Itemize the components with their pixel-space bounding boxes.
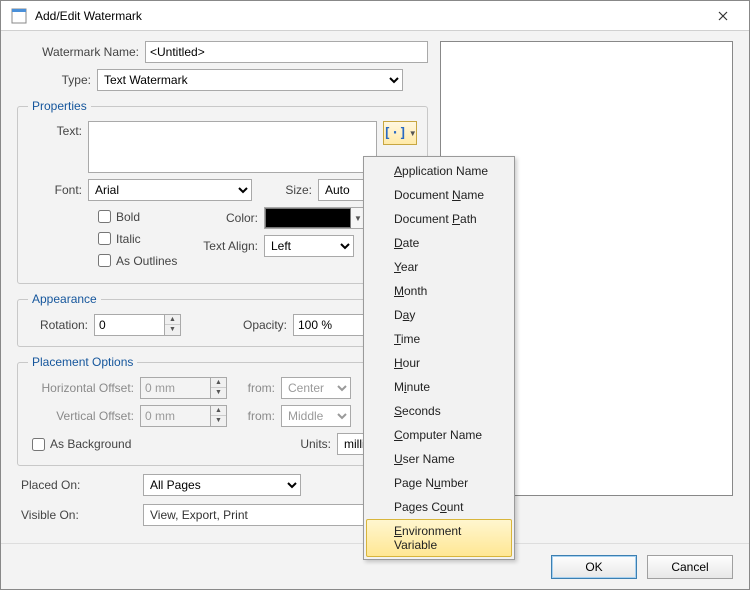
macro-dropdown-menu: Application NameDocument NameDocument Pa… [363,156,515,560]
insert-macro-button[interactable]: [·] ▼ [383,121,417,145]
macro-menu-item[interactable]: Document Path [366,207,512,231]
rotation-label: Rotation: [28,318,94,332]
color-swatch [265,208,351,228]
placed-on-label: Placed On: [21,478,143,492]
v-offset-label: Vertical Offset: [28,409,140,423]
ok-button[interactable]: OK [551,555,637,579]
macro-menu-item[interactable]: Month [366,279,512,303]
macro-menu-item[interactable]: User Name [366,447,512,471]
font-label: Font: [28,183,88,197]
dialog-window: Add/Edit Watermark Watermark Name: Type:… [0,0,750,590]
type-select[interactable]: Text Watermark [97,69,403,91]
macro-menu-item[interactable]: Time [366,327,512,351]
v-offset-spinner[interactable]: ▲▼ [140,405,227,427]
h-from-select[interactable]: Center [281,377,351,399]
macro-menu-item[interactable]: Seconds [366,399,512,423]
h-offset-spinner[interactable]: ▲▼ [140,377,227,399]
macro-menu-item[interactable]: Pages Count [366,495,512,519]
h-from-label: from: [227,381,281,395]
brackets-icon: [·] [383,126,406,141]
type-label: Type: [17,73,97,87]
macro-menu-item[interactable]: Document Name [366,183,512,207]
color-picker[interactable]: ▼ [264,207,366,229]
rotation-spinner[interactable]: ▲▼ [94,314,181,336]
size-label: Size: [252,183,318,197]
placed-on-select[interactable]: All Pages [143,474,301,496]
text-align-select[interactable]: Left [264,235,354,257]
watermark-name-label: Watermark Name: [7,45,145,59]
macro-menu-item[interactable]: Day [366,303,512,327]
italic-checkbox[interactable]: Italic [94,229,198,248]
as-outlines-checkbox[interactable]: As Outlines [94,251,198,270]
text-input[interactable] [88,121,377,173]
visible-on-label: Visible On: [21,508,143,522]
appearance-legend: Appearance [28,292,101,306]
bold-checkbox[interactable]: Bold [94,207,198,226]
watermark-name-input[interactable] [145,41,428,63]
v-from-label: from: [227,409,281,423]
macro-menu-item[interactable]: Hour [366,351,512,375]
opacity-label: Opacity: [181,318,293,332]
properties-legend: Properties [28,99,91,113]
macro-menu-item[interactable]: Year [366,255,512,279]
window-title: Add/Edit Watermark [35,9,700,23]
macro-menu-item[interactable]: Environment Variable [366,519,512,557]
macro-menu-item[interactable]: Date [366,231,512,255]
app-icon [11,8,27,24]
placement-legend: Placement Options [28,355,137,369]
units-label: Units: [131,437,337,451]
macro-menu-item[interactable]: Computer Name [366,423,512,447]
chevron-down-icon: ▼ [354,214,362,223]
font-select[interactable]: Arial [88,179,252,201]
chevron-down-icon: ▼ [409,129,417,138]
as-background-checkbox[interactable]: As Background [28,435,131,454]
cancel-button[interactable]: Cancel [647,555,733,579]
color-label: Color: [198,211,264,225]
macro-menu-item[interactable]: Minute [366,375,512,399]
title-bar: Add/Edit Watermark [1,1,749,31]
macro-menu-item[interactable]: Application Name [366,159,512,183]
text-label: Text: [28,121,88,138]
h-offset-label: Horizontal Offset: [28,381,140,395]
text-align-label: Text Align: [198,239,264,253]
macro-menu-item[interactable]: Page Number [366,471,512,495]
close-button[interactable] [700,2,745,30]
v-from-select[interactable]: Middle [281,405,351,427]
